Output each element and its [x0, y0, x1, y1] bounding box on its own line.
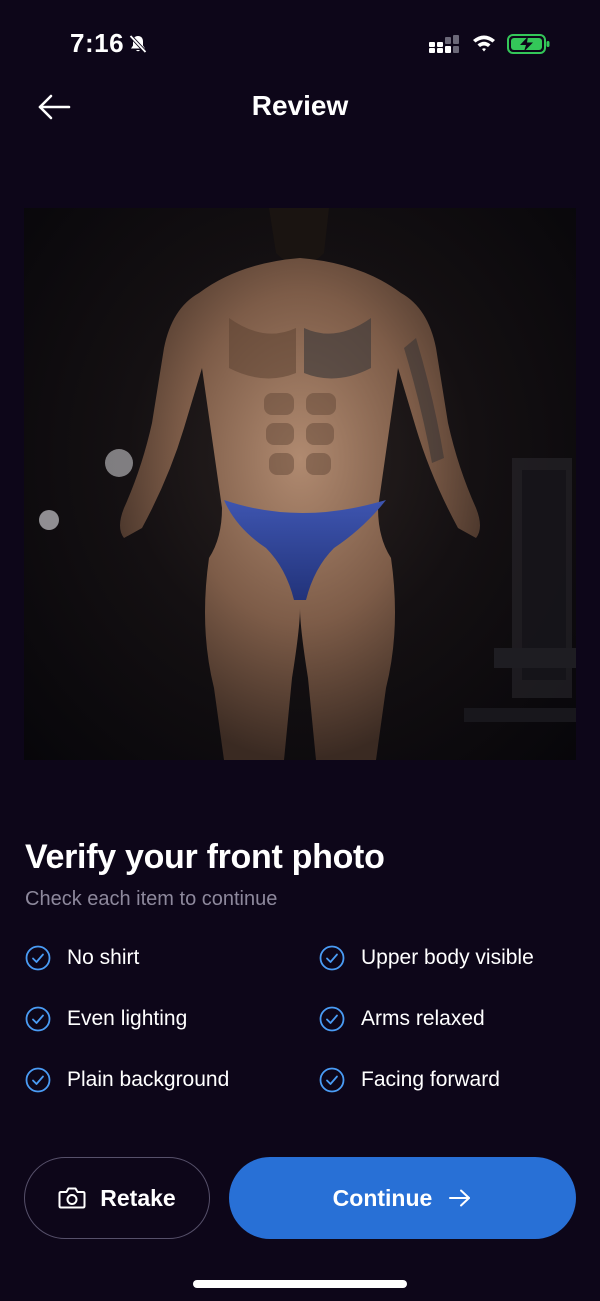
arrow-right-icon: [449, 1189, 471, 1207]
page-title: Review: [251, 90, 349, 121]
checklist-item-label: No shirt: [67, 946, 140, 969]
check-circle-icon: [319, 945, 345, 971]
continue-button[interactable]: Continue: [229, 1157, 576, 1239]
checklist-item-plain-background[interactable]: Plain background: [25, 1060, 229, 1100]
checklist-item-label: Upper body visible: [361, 946, 534, 969]
checklist-item-label: Plain background: [67, 1068, 230, 1091]
status-bar: 7:16: [0, 0, 600, 90]
camera-icon: [58, 1187, 86, 1209]
check-circle-icon: [319, 1067, 345, 1093]
signal-icon: [428, 34, 462, 54]
checklist-item-label: Even lighting: [67, 1007, 188, 1030]
verify-title: Verify your front photo: [25, 838, 385, 876]
retake-label: Retake: [100, 1184, 176, 1211]
status-time: 7:16: [70, 28, 125, 58]
verify-subtitle: Check each item to continue: [25, 888, 278, 910]
front-photo: [24, 208, 576, 760]
checklist: No shirt Upper body visible Even lightin…: [25, 938, 585, 1118]
battery-charging-icon: [507, 33, 551, 55]
wifi-icon: [472, 33, 496, 53]
home-indicator[interactable]: [193, 1280, 407, 1288]
checklist-item-label: Facing forward: [361, 1068, 500, 1091]
bell-off-icon: [128, 34, 148, 54]
check-circle-icon: [25, 945, 51, 971]
check-circle-icon: [25, 1067, 51, 1093]
checklist-item-even-lighting[interactable]: Even lighting: [25, 999, 187, 1039]
retake-button[interactable]: Retake: [24, 1157, 210, 1239]
continue-label: Continue: [332, 1184, 433, 1211]
checklist-item-arms-relaxed[interactable]: Arms relaxed: [319, 999, 485, 1039]
check-circle-icon: [25, 1006, 51, 1032]
checklist-item-no-shirt[interactable]: No shirt: [25, 938, 139, 978]
check-circle-icon: [319, 1006, 345, 1032]
checklist-item-facing-forward[interactable]: Facing forward: [319, 1060, 500, 1100]
checklist-item-upper-body-visible[interactable]: Upper body visible: [319, 938, 534, 978]
checklist-item-label: Arms relaxed: [361, 1007, 485, 1030]
